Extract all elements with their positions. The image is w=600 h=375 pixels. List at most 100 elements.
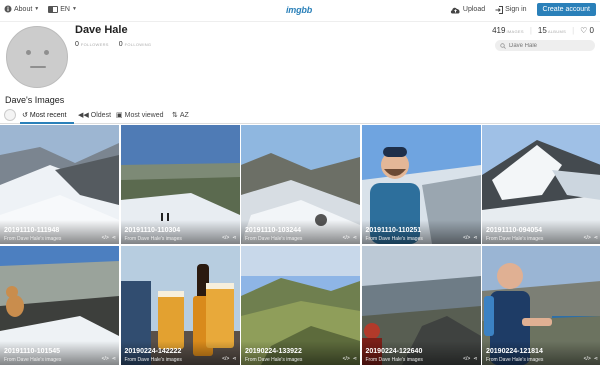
top-bar: About ▼ EN ▼ imgbb Upload Sign in Create…	[0, 0, 600, 22]
tab-az[interactable]: ⇅ AZ	[172, 111, 189, 120]
info-icon	[4, 5, 12, 13]
share-icon[interactable]: ⋖	[112, 235, 116, 241]
avatar	[6, 26, 68, 88]
tile-actions: </> ⋖	[584, 356, 598, 362]
image-title[interactable]: 20191110-110251	[366, 227, 422, 234]
embed-code-icon[interactable]: </>	[463, 356, 470, 362]
top-bar-left: About ▼ EN ▼	[4, 5, 77, 13]
image-title[interactable]: 20190224-133922	[245, 348, 302, 355]
image-title[interactable]: 20190224-142222	[125, 348, 182, 355]
user-name[interactable]: Dave Hale	[75, 24, 128, 36]
language-menu[interactable]: EN ▼	[48, 5, 77, 13]
image-tile[interactable]: 20190224-121814 From Dave Hale's images </…	[482, 246, 600, 365]
share-icon[interactable]: ⋖	[473, 235, 477, 241]
stats-divider: |	[572, 26, 575, 35]
avatar-mouth	[30, 66, 46, 68]
search-input[interactable]	[509, 42, 589, 49]
tab-label: Oldest	[90, 111, 112, 119]
image-tile[interactable]: 20190224-142222 From Dave Hale's images </…	[120, 246, 240, 365]
share-icon[interactable]: ⋖	[353, 235, 357, 241]
image-source[interactable]: From Dave Hale's images	[366, 236, 423, 242]
image-source[interactable]: From Dave Hale's images	[486, 236, 543, 242]
image-title[interactable]: 20191110-111948	[4, 227, 59, 234]
create-account-button[interactable]: Create account	[536, 3, 596, 16]
image-tile[interactable]: 20191110-103244 From Dave Hale's images </…	[241, 125, 360, 244]
image-source[interactable]: From Dave Hale's images	[125, 357, 182, 363]
search-icon	[500, 42, 506, 49]
albums-number: 15	[537, 26, 547, 35]
albums-stat[interactable]: 15ALBUMS	[538, 26, 566, 35]
language-icon	[48, 5, 59, 13]
share-icon[interactable]: ⋖	[353, 356, 357, 362]
imgbb-logo[interactable]: imgbb	[286, 5, 312, 15]
tab-most-viewed[interactable]: ▣ Most viewed	[116, 111, 164, 120]
upload-label: Upload	[462, 6, 486, 13]
image-tile[interactable]: 20190224-133922 From Dave Hale's images </…	[241, 246, 360, 365]
likes-stat[interactable]: ♡ 0	[580, 26, 594, 35]
image-source[interactable]: From Dave Hale's images	[366, 357, 423, 363]
about-menu[interactable]: About ▼	[4, 5, 39, 13]
image-tile[interactable]: 20191110-111948 From Dave Hale's images </…	[0, 125, 119, 244]
chevron-down-icon: ▼	[34, 6, 40, 12]
select-all-checkbox[interactable]	[4, 109, 16, 121]
images-stat[interactable]: 419IMAGES	[492, 26, 524, 35]
upload-button[interactable]: Upload	[450, 6, 485, 14]
clock-icon: ↺	[22, 112, 28, 119]
image-tile[interactable]: 20191110-110251 From Dave Hale's images </…	[361, 125, 481, 244]
embed-code-icon[interactable]: </>	[222, 356, 229, 362]
cloud-upload-icon	[450, 7, 460, 13]
likes-number: 0	[589, 26, 594, 35]
about-label: About	[14, 5, 33, 13]
embed-code-icon[interactable]: </>	[584, 235, 591, 241]
tab-label: Most viewed	[124, 111, 164, 119]
image-tile[interactable]: 20191110-110304 From Dave Hale's images </…	[120, 125, 240, 244]
image-tile[interactable]: 20191110-094054 From Dave Hale's images </…	[482, 125, 600, 244]
tile-actions: </> ⋖	[222, 356, 236, 362]
image-title[interactable]: 20191110-103244	[245, 227, 301, 234]
image-title[interactable]: 20190224-122640	[366, 348, 423, 355]
embed-code-icon[interactable]: </>	[102, 235, 109, 241]
heart-icon: ♡	[580, 26, 588, 35]
avatar-eye	[26, 50, 31, 55]
share-icon[interactable]: ⋖	[232, 356, 236, 362]
embed-code-icon[interactable]: </>	[584, 356, 591, 362]
image-title[interactable]: 20191110-110304	[125, 227, 181, 234]
language-label: EN	[60, 5, 70, 13]
following-number: 0	[118, 41, 123, 48]
sort-tabs: ↺ Most recent ◀◀ Oldest ▣ Most viewed ⇅ AZ	[0, 108, 600, 124]
user-search[interactable]	[495, 40, 595, 51]
embed-code-icon[interactable]: </>	[463, 235, 470, 241]
image-source[interactable]: From Dave Hale's images	[4, 236, 61, 242]
image-source[interactable]: From Dave Hale's images	[245, 357, 302, 363]
image-source[interactable]: From Dave Hale's images	[245, 236, 302, 242]
image-tile[interactable]: 20190224-122640 From Dave Hale's images </…	[361, 246, 481, 365]
sign-in-button[interactable]: Sign in	[495, 5, 527, 14]
embed-code-icon[interactable]: </>	[343, 235, 350, 241]
tab-oldest[interactable]: ◀◀ Oldest	[78, 111, 112, 120]
image-title[interactable]: 20191110-101545	[4, 348, 60, 355]
sign-in-label: Sign in	[505, 6, 527, 13]
share-icon[interactable]: ⋖	[473, 356, 477, 362]
following-label: FOLLOWING	[124, 42, 152, 47]
followers-count[interactable]: 0 FOLLOWERS	[75, 41, 109, 48]
image-tile[interactable]: 20191110-101545 From Dave Hale's images </…	[0, 246, 119, 365]
tile-actions: </> ⋖	[102, 356, 116, 362]
share-icon[interactable]: ⋖	[594, 235, 598, 241]
embed-code-icon[interactable]: </>	[343, 356, 350, 362]
follow-counts: 0 FOLLOWERS 0 FOLLOWING	[75, 41, 151, 48]
following-count[interactable]: 0 FOLLOWING	[119, 41, 152, 48]
tab-label: AZ	[179, 111, 189, 119]
tab-most-recent[interactable]: ↺ Most recent	[22, 111, 66, 120]
image-title[interactable]: 20191110-094054	[486, 227, 542, 234]
embed-code-icon[interactable]: </>	[222, 235, 229, 241]
image-source[interactable]: From Dave Hale's images	[4, 357, 61, 363]
share-icon[interactable]: ⋖	[112, 356, 116, 362]
followers-number: 0	[75, 41, 79, 48]
tile-actions: </> ⋖	[343, 356, 357, 362]
image-source[interactable]: From Dave Hale's images	[486, 357, 543, 363]
image-source[interactable]: From Dave Hale's images	[125, 236, 182, 242]
share-icon[interactable]: ⋖	[232, 235, 236, 241]
image-title[interactable]: 20190224-121814	[486, 348, 543, 355]
embed-code-icon[interactable]: </>	[102, 356, 109, 362]
share-icon[interactable]: ⋖	[594, 356, 598, 362]
